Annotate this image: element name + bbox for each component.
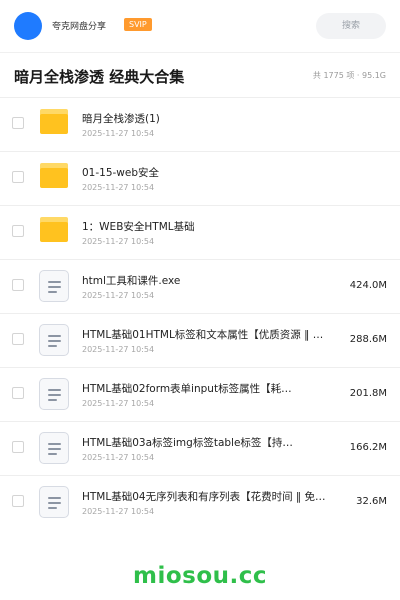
watermark: miosou.cc bbox=[132, 563, 268, 589]
app-header: 夸克网盘分享 SVIP 搜索 bbox=[0, 0, 400, 53]
svip-badge: SVIP bbox=[124, 18, 152, 31]
user-name: 夸克网盘分享 bbox=[52, 22, 107, 32]
select-checkbox[interactable] bbox=[12, 333, 24, 345]
folder-icon bbox=[38, 107, 70, 141]
file-name[interactable]: html工具和课件.exe bbox=[82, 273, 334, 288]
file-date: 2025-11-27 10:54 bbox=[82, 183, 155, 192]
file-row[interactable]: HTML基础04无序列表和有序列表【花费时间 ‖ 免费… 2025-11-27 1… bbox=[0, 476, 400, 529]
file-name[interactable]: HTML基础04无序列表和有序列表【花费时间 ‖ 免费… bbox=[82, 489, 334, 504]
file-size: 424.0M bbox=[349, 280, 387, 291]
file-size: 32.6M bbox=[356, 496, 387, 507]
file-row[interactable]: 暗月全栈渗透(1) 2025-11-27 10:54 bbox=[0, 98, 400, 152]
file-size: 288.6M bbox=[349, 334, 387, 345]
select-checkbox[interactable] bbox=[12, 225, 24, 237]
file-date: 2025-11-27 10:54 bbox=[82, 345, 155, 354]
folder-icon bbox=[38, 161, 70, 195]
file-name[interactable]: 暗月全栈渗透(1) bbox=[82, 111, 334, 126]
file-date: 2025-11-27 10:54 bbox=[82, 291, 155, 300]
select-checkbox[interactable] bbox=[12, 495, 24, 507]
search-button[interactable]: 搜索 bbox=[316, 13, 386, 39]
select-checkbox[interactable] bbox=[12, 387, 24, 399]
file-row[interactable]: HTML基础01HTML标签和文本属性【优质资源 ‖ … 2025-11-27 1… bbox=[0, 314, 400, 368]
select-checkbox[interactable] bbox=[12, 441, 24, 453]
file-name[interactable]: 1：WEB安全HTML基础 bbox=[82, 219, 334, 234]
file-date: 2025-11-27 10:54 bbox=[82, 399, 155, 408]
document-icon bbox=[38, 431, 70, 465]
folder-icon bbox=[38, 215, 70, 249]
file-row[interactable]: 1：WEB安全HTML基础 2025-11-27 10:54 bbox=[0, 206, 400, 260]
document-icon bbox=[38, 485, 70, 519]
file-name[interactable]: HTML基础03a标签img标签table标签【持… bbox=[82, 435, 334, 450]
select-checkbox[interactable] bbox=[12, 279, 24, 291]
document-icon bbox=[38, 323, 70, 357]
share-title-row: 暗月全栈渗透 经典大合集 共 1775 项 · 95.1G bbox=[0, 53, 400, 98]
file-size: 201.8M bbox=[349, 388, 387, 399]
share-meta: 共 1775 项 · 95.1G bbox=[312, 71, 386, 80]
file-row[interactable]: 01-15-web安全 2025-11-27 10:54 bbox=[0, 152, 400, 206]
file-list: 暗月全栈渗透(1) 2025-11-27 10:54 01-15-web安全 2025… bbox=[0, 98, 400, 529]
select-checkbox[interactable] bbox=[12, 117, 24, 129]
file-size: 166.2M bbox=[349, 442, 387, 453]
file-row[interactable]: html工具和课件.exe 2025-11-27 10:54 424.0M bbox=[0, 260, 400, 314]
file-date: 2025-11-27 10:54 bbox=[82, 453, 155, 462]
file-row[interactable]: HTML基础02form表单input标签属性【耗… 2025-11-27 10:… bbox=[0, 368, 400, 422]
document-icon bbox=[38, 377, 70, 411]
file-row[interactable]: HTML基础03a标签img标签table标签【持… 2025-11-27 10:… bbox=[0, 422, 400, 476]
select-checkbox[interactable] bbox=[12, 171, 24, 183]
file-name[interactable]: 01-15-web安全 bbox=[82, 165, 334, 180]
file-date: 2025-11-27 10:54 bbox=[82, 237, 155, 246]
file-name[interactable]: HTML基础01HTML标签和文本属性【优质资源 ‖ … bbox=[82, 327, 334, 342]
file-date: 2025-11-27 10:54 bbox=[82, 507, 155, 516]
document-icon bbox=[38, 269, 70, 303]
file-date: 2025-11-27 10:54 bbox=[82, 129, 155, 138]
page-title: 暗月全栈渗透 经典大合集 bbox=[14, 68, 185, 86]
file-name[interactable]: HTML基础02form表单input标签属性【耗… bbox=[82, 381, 334, 396]
avatar[interactable] bbox=[14, 12, 42, 40]
